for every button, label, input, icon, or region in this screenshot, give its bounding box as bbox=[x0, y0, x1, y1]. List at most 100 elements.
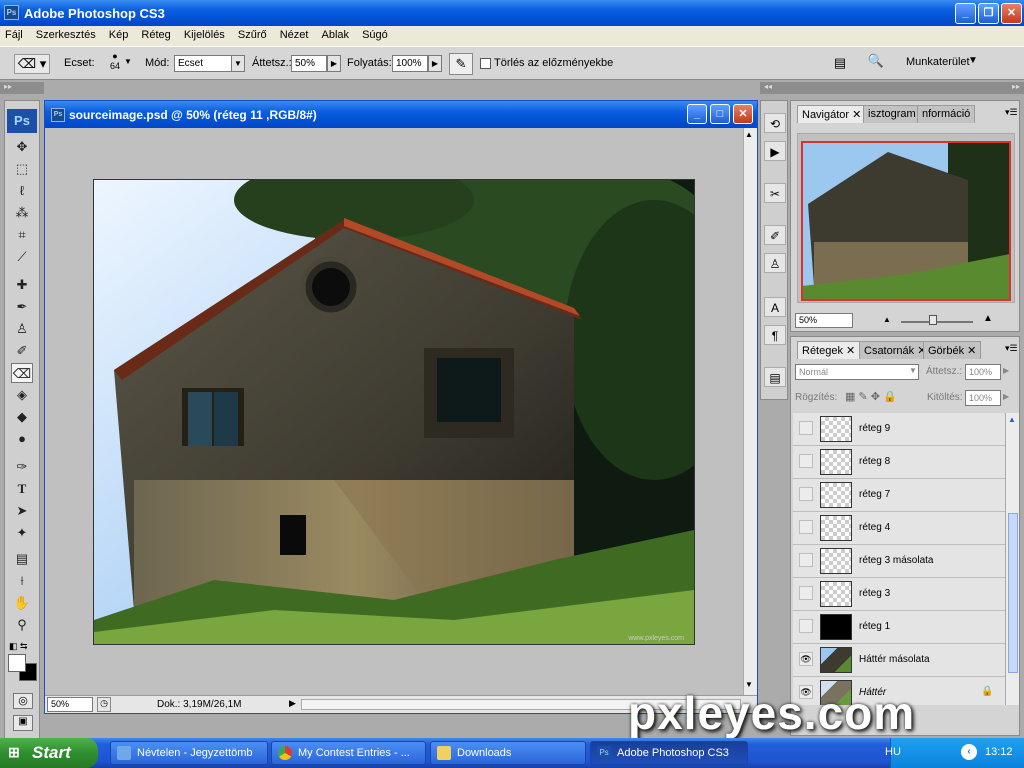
eyedropper-tool-icon[interactable]: ⟊ bbox=[11, 571, 33, 591]
opacity-arrow-icon[interactable]: ▶ bbox=[327, 55, 341, 72]
blend-mode-select[interactable]: Normál bbox=[795, 364, 919, 380]
visibility-toggle[interactable] bbox=[799, 520, 813, 534]
menu-select[interactable]: Kijelölés bbox=[179, 26, 230, 41]
menu-filter[interactable]: Szűrő bbox=[233, 26, 272, 41]
visibility-toggle[interactable] bbox=[799, 586, 813, 600]
document-vertical-scrollbar[interactable]: ▲ ▼ bbox=[743, 128, 757, 695]
bridge-icon[interactable]: 🔍 bbox=[864, 53, 888, 75]
layer-row[interactable]: réteg 3 másolata bbox=[793, 545, 1005, 578]
workspace-dropdown-icon[interactable]: ▼ bbox=[968, 55, 978, 66]
workspace-button[interactable]: Munkaterület bbox=[906, 56, 970, 68]
fill-field[interactable]: 100% bbox=[965, 390, 1001, 406]
slice-tool-icon[interactable]: ⟋ bbox=[11, 247, 33, 267]
panel-dock-header[interactable]: ◂◂ ▸▸ bbox=[760, 82, 1024, 94]
screen-mode-icon[interactable]: ▣ bbox=[13, 715, 33, 731]
lasso-tool-icon[interactable]: ℓ bbox=[11, 181, 33, 201]
tab-histogram[interactable]: isztogram bbox=[863, 105, 921, 123]
eraser-preset-icon[interactable]: ⌫ ▾ bbox=[14, 54, 50, 74]
language-indicator[interactable]: HU bbox=[885, 746, 901, 758]
lock-icons[interactable]: ▦ ✎ ✥ 🔒 bbox=[845, 390, 897, 403]
document-maximize-icon[interactable]: □ bbox=[710, 104, 730, 124]
layers-menu-icon[interactable]: ▾☰ bbox=[1005, 343, 1018, 354]
zoom-tool-icon[interactable]: ⚲ bbox=[11, 615, 33, 635]
layers-scrollbar[interactable]: ▲ bbox=[1005, 413, 1019, 705]
menu-image[interactable]: Kép bbox=[104, 26, 134, 41]
default-colors-icon[interactable]: ◧ ⇆ bbox=[9, 641, 28, 652]
menu-file[interactable]: Fájl bbox=[0, 26, 28, 41]
layer-row[interactable]: réteg 4 bbox=[793, 512, 1005, 545]
pen-tool-icon[interactable]: ✑ bbox=[11, 457, 33, 477]
scroll-up-icon[interactable]: ▲ bbox=[1008, 415, 1016, 424]
zoom-field[interactable]: 50% bbox=[47, 697, 93, 712]
tab-curves[interactable]: Görbék ✕ bbox=[923, 341, 982, 359]
healing-brush-tool-icon[interactable]: ✚ bbox=[11, 275, 33, 295]
layer-row[interactable]: réteg 8 bbox=[793, 446, 1005, 479]
move-tool-icon[interactable]: ✥ bbox=[11, 137, 33, 157]
tab-channels[interactable]: Csatornák ✕ bbox=[859, 341, 932, 359]
task-chrome[interactable]: My Contest Entries - ... bbox=[271, 741, 426, 765]
brushes-panel-icon[interactable]: ✐ bbox=[764, 225, 786, 245]
layer-row[interactable]: réteg 9 bbox=[793, 413, 1005, 446]
layer-comps-icon[interactable]: ▤ bbox=[764, 367, 786, 387]
toolbox-ps-logo[interactable]: Ps bbox=[7, 109, 37, 133]
clone-source-icon[interactable]: ♙ bbox=[764, 253, 786, 273]
navigator-preview[interactable] bbox=[797, 133, 1015, 303]
airbrush-icon[interactable]: ✎ bbox=[449, 53, 473, 75]
magic-wand-tool-icon[interactable]: ⁂ bbox=[11, 203, 33, 223]
actions-panel-icon[interactable]: ▶ bbox=[764, 141, 786, 161]
type-tool-icon[interactable]: T bbox=[11, 479, 33, 499]
paint-bucket-tool-icon[interactable]: ◈ bbox=[11, 385, 33, 405]
opacity-field[interactable]: 50% bbox=[291, 55, 327, 72]
status-info-icon[interactable]: ◷ bbox=[97, 697, 111, 712]
flow-field[interactable]: 100% bbox=[392, 55, 428, 72]
mode-select[interactable]: Ecset bbox=[174, 55, 232, 72]
blend-mode-dropdown-icon[interactable]: ▼ bbox=[909, 366, 917, 375]
marquee-tool-icon[interactable]: ⬚ bbox=[11, 159, 33, 179]
document-minimize-icon[interactable]: _ bbox=[687, 104, 707, 124]
navigator-zoom-handle[interactable] bbox=[929, 315, 937, 325]
clone-stamp-tool-icon[interactable]: ♙ bbox=[11, 319, 33, 339]
restore-icon[interactable]: ❐ bbox=[978, 3, 999, 24]
zoom-out-icon[interactable]: ▲ bbox=[883, 315, 891, 324]
menu-window[interactable]: Ablak bbox=[317, 26, 355, 41]
menu-layer[interactable]: Réteg bbox=[136, 26, 175, 41]
navigator-zoom-slider[interactable] bbox=[901, 321, 973, 323]
tray-arrow-icon[interactable]: ‹ bbox=[961, 744, 977, 760]
brush-dropdown-icon[interactable]: ▼ bbox=[124, 57, 132, 66]
scroll-up-icon[interactable]: ▲ bbox=[745, 130, 753, 139]
menu-view[interactable]: Nézet bbox=[275, 26, 314, 41]
status-menu-arrow-icon[interactable]: ▶ bbox=[289, 698, 296, 709]
fill-arrow-icon[interactable]: ▶ bbox=[1003, 392, 1009, 401]
navigator-zoom-field[interactable]: 50% bbox=[795, 313, 853, 328]
history-panel-icon[interactable]: ⟲ bbox=[764, 113, 786, 133]
paragraph-panel-icon[interactable]: ¶ bbox=[764, 325, 786, 345]
erase-history-checkbox[interactable] bbox=[480, 58, 491, 69]
history-brush-tool-icon[interactable]: ✐ bbox=[11, 341, 33, 361]
tab-navigator[interactable]: Navigátor ✕ bbox=[797, 105, 867, 123]
eye-icon[interactable]: 👁 bbox=[799, 652, 813, 666]
dodge-tool-icon[interactable]: ● bbox=[11, 429, 33, 449]
document-close-icon[interactable]: ✕ bbox=[733, 104, 753, 124]
layer-row[interactable]: réteg 1 bbox=[793, 611, 1005, 644]
mode-dropdown-icon[interactable]: ▼ bbox=[231, 55, 245, 72]
hand-tool-icon[interactable]: ✋ bbox=[11, 593, 33, 613]
layer-opacity-arrow-icon[interactable]: ▶ bbox=[1003, 366, 1009, 375]
crop-tool-icon[interactable]: ⌗ bbox=[11, 225, 33, 245]
menu-edit[interactable]: Szerkesztés bbox=[31, 26, 101, 41]
close-icon[interactable]: ✕ bbox=[1001, 3, 1022, 24]
tool-presets-icon[interactable]: ✂ bbox=[764, 183, 786, 203]
eraser-tool-icon[interactable]: ⌫ bbox=[11, 363, 33, 383]
toolbox-header[interactable]: ▸▸ bbox=[0, 82, 44, 94]
navigator-menu-icon[interactable]: ▾☰ bbox=[1005, 107, 1018, 118]
tab-close-icon[interactable]: ✕ bbox=[852, 109, 861, 121]
zoom-in-icon[interactable]: ▲ bbox=[983, 313, 993, 324]
image-canvas[interactable]: www.pxleyes.com bbox=[93, 179, 695, 645]
layer-row[interactable]: réteg 3 bbox=[793, 578, 1005, 611]
task-photoshop[interactable]: Ps Adobe Photoshop CS3 bbox=[590, 741, 748, 765]
layer-row[interactable]: 👁 Háttér másolata bbox=[793, 644, 1005, 677]
tab-info[interactable]: nformáció bbox=[917, 105, 976, 123]
start-button[interactable]: ⊞ Start bbox=[0, 738, 98, 768]
minimize-icon[interactable]: _ bbox=[955, 3, 976, 24]
layers-scroll-thumb[interactable] bbox=[1008, 513, 1018, 673]
path-selection-tool-icon[interactable]: ➤ bbox=[11, 501, 33, 521]
